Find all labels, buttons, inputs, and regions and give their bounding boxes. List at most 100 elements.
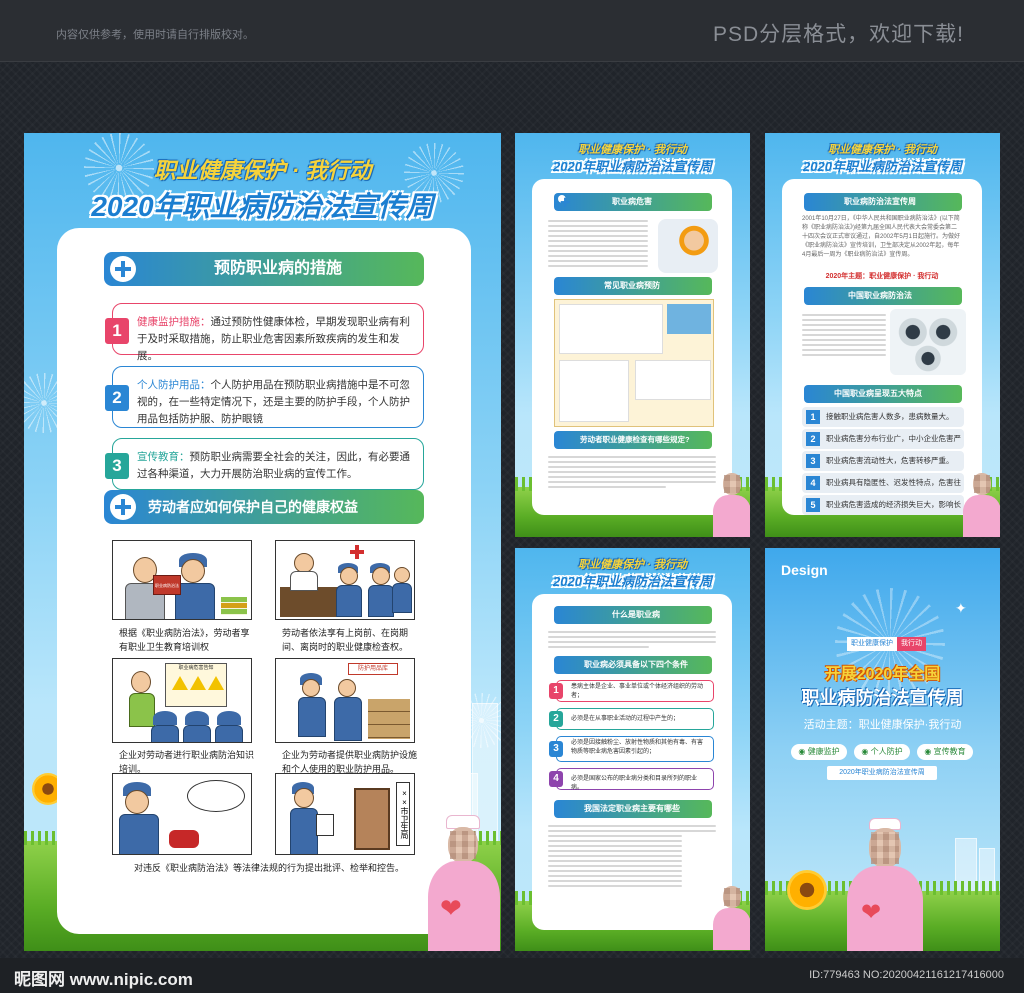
tag-right: 我行动: [897, 637, 926, 651]
feature-item-3: 3 职业病危害流动性大，危害转移严重。: [802, 451, 964, 471]
section-title: 什么是职业病: [612, 610, 660, 619]
illustration-training: 职业病防治法: [112, 540, 252, 620]
section-header-law-week: 职业病防治法宣传周: [804, 193, 962, 211]
item-heading: 健康监护措施：: [137, 316, 211, 328]
feature-text: 职业病危害流动性大，危害转移严重。: [826, 456, 954, 465]
red-cross-icon: [350, 545, 364, 559]
illustration-protective-supplies: 防护用品库: [275, 658, 415, 743]
check-icon: ◉: [861, 747, 871, 756]
medical-cross-icon: [558, 195, 570, 207]
hazard-board: 职业病危害告知: [165, 663, 227, 707]
feature-text: 职业病具有隐匿性、迟发性特点，危害往往被忽视。: [826, 478, 961, 487]
check-icon: ◉: [924, 747, 934, 756]
caption-knowledge-training: 企业对劳动者进行职业病防治知识培训。: [119, 750, 255, 774]
check-icon: ◉: [798, 747, 808, 756]
theme-text: 2020年主题：职业健康保护 · 我行动: [825, 273, 939, 280]
slogan-title: 职业健康保护 · 我行动: [828, 144, 937, 156]
desk-icon: [280, 587, 340, 617]
sunflower-decoration: [787, 870, 827, 910]
door-sign: ××市卫生局: [396, 782, 410, 846]
section-title: 中国职业病呈现五大特点: [834, 389, 922, 398]
bottom-banner: 昵图网 www.nipic.com ID:779463 NO:202004211…: [0, 958, 1024, 993]
poster-cover: Design ✦ 职业健康保护 我行动 开展2020年全国 职业病防治法宣传周 活…: [765, 548, 1000, 951]
item-number: 2: [549, 711, 563, 727]
lab-equipment-illustration: [890, 309, 966, 375]
heart-icon: ❤: [440, 893, 462, 923]
supplies-sign: 防护用品库: [348, 663, 398, 675]
poster-law-week: 职业健康保护 · 我行动 2020年职业病防治法宣传周 职业病防治法宣传周 20…: [765, 133, 1000, 537]
condition-item-4: 4 必须是国家公布的职业病分类和目录所列的职业病。: [549, 768, 714, 791]
item-text: 必须是因接触粉尘、放射性物质和其他有毒、有害物质等职业病危害因素引起的；: [571, 740, 704, 755]
headline-2: 职业病防治法宣传周: [801, 688, 964, 708]
section-title: 职业病危害: [612, 197, 652, 206]
item-number: 1: [105, 318, 129, 344]
content-card: 职业病防治法宣传周 2001年10月27日，《中华人民共和国职业病防治法》(以下…: [782, 179, 982, 515]
item-text: 健康监护措施：通过预防性健康体检，早期发现职业病有利于及时采取措施，防止职业危害…: [137, 314, 413, 365]
door: [354, 788, 390, 850]
caption-complaint: 对违反《职业病防治法》等法律法规的行为提出批评、检举和控告。: [133, 863, 404, 873]
section-title: 劳动者应如何保护自己的健康权益: [148, 499, 358, 515]
poster-what-is: 职业健康保护 · 我行动 2020年职业病防治法宣传周 什么是职业病 职业病必须…: [515, 548, 750, 951]
warning-triangle-icon: [208, 676, 224, 690]
illustration-health-check: [275, 540, 415, 620]
text-block: [802, 311, 886, 359]
tag-left: 职业健康保护: [847, 637, 897, 651]
slogan-title: 职业健康保护 · 我行动: [578, 559, 687, 571]
brand-text: Design: [781, 562, 828, 578]
feature-item-4: 4职业病具有隐匿性、迟发性特点，危害往往被忽视。: [802, 473, 964, 493]
document-icon: [316, 814, 334, 836]
condition-item-3: 3 必须是因接触粉尘、放射性物质和其他有毒、有害物质等职业病危害因素引起的；: [549, 736, 714, 762]
top-banner: 内容仅供参考，使用时请自行排版校对。 PSD分层格式，欢迎下载!: [0, 0, 1024, 62]
section-header-legal-list: 我国法定职业病主要有哪些: [554, 800, 712, 818]
measure-item-1: 1 健康监护措施：通过预防性健康体检，早期发现职业病有利于及时采取措施，防止职业…: [105, 303, 424, 362]
section-header-prevention: 预防职业病的措施: [104, 252, 424, 286]
caption-health-check: 劳动者依法享有上岗前、在岗期间、离岗时的职业健康检查权。: [282, 628, 409, 652]
feature-text: 职业病危害造成的经济损失巨大，影响长远。: [826, 500, 961, 509]
section-title: 常见职业病预防: [604, 281, 660, 290]
slogan-title: 职业健康保护 · 我行动: [578, 144, 687, 156]
bird-icon: ✦: [955, 600, 967, 616]
disease-list: [548, 822, 716, 890]
main-title: 2020年职业病防治法宣传周: [803, 159, 962, 174]
content-card: 预防职业病的措施 1 健康监护措施：通过预防性健康体检，早期发现职业病有利于及时…: [57, 228, 471, 934]
tag-row: 职业健康保护 我行动: [847, 632, 926, 651]
text-block: [548, 217, 648, 270]
text-block: [548, 628, 716, 651]
section-title: 我国法定职业病主要有哪些: [584, 804, 680, 813]
slogan-title: 职业健康保护 · 我行动: [153, 158, 372, 183]
section-header-checkup: 劳动者职业健康检查有哪些规定?: [554, 431, 712, 449]
main-title: 2020年职业病防治法宣传周: [91, 191, 434, 222]
site-logo[interactable]: 昵图网 www.nipic.com: [14, 965, 193, 990]
section-title: 预防职业病的措施: [214, 260, 343, 277]
pill-education: ◉ 宣传教育: [917, 744, 973, 760]
section-header-prevention: 常见职业病预防: [554, 277, 712, 295]
ribbon: 2020年职业病防治法宣传周: [827, 766, 937, 780]
poster-main: 职业健康保护 · 我行动 2020年职业病防治法宣传周 预防职业病的措施 1 健…: [24, 133, 501, 951]
condition-item-2: 2 必须是在从事职业活动的过程中产生的；: [549, 708, 714, 730]
image-id: ID:779463 NO:20200421161217416000: [809, 969, 1004, 981]
illustration-report-call: [112, 773, 252, 855]
item-number: 3: [105, 453, 129, 479]
section-header-hazards: 职业病危害: [554, 193, 712, 211]
poster-hazards: 职业健康保护 · 我行动 2020年职业病防治法宣传周 职业病危害 常见职业病预…: [515, 133, 750, 537]
section-header-china-law: 中国职业病防治法: [804, 287, 962, 305]
thought-bubble: [187, 780, 245, 812]
item-text: 患病主体是企业、事业单位或个体经济组织的劳动者；: [571, 684, 704, 699]
worker-hazard-illustration: [658, 219, 718, 273]
medical-cross-icon: [110, 494, 136, 520]
illustration-knowledge-training: 职业病危害告知: [112, 658, 252, 743]
measure-item-3: 3 宣传教育：预防职业病需要全社会的关注，因此，有必要通过各种渠道，大力开展防治…: [105, 438, 424, 490]
section-header-definition: 什么是职业病: [554, 606, 712, 624]
item-number: 4: [549, 771, 563, 787]
illustration-complaint: ××市卫生局: [275, 773, 415, 855]
pill-personal-protection: ◉ 个人防护: [854, 744, 910, 760]
format-text: PSD分层格式，欢迎下载!: [712, 23, 964, 46]
supply-boxes: [368, 699, 410, 739]
intro-text: 2001年10月27日，《中华人民共和国职业病防治法》(以下简称《职业病防治法》…: [802, 216, 961, 258]
headline-1: 开展2020年全国: [824, 666, 941, 683]
warning-triangle-icon: [190, 676, 206, 690]
prevention-infographic: [554, 299, 714, 427]
main-title: 2020年职业病防治法宣传周: [553, 159, 712, 174]
section-header-conditions: 职业病必须具备以下四个条件: [554, 656, 712, 674]
item-text: 个人防护用品：个人防护用品在预防职业病措施中是不可忽视的，在一些特定情况下，还是…: [137, 377, 413, 428]
